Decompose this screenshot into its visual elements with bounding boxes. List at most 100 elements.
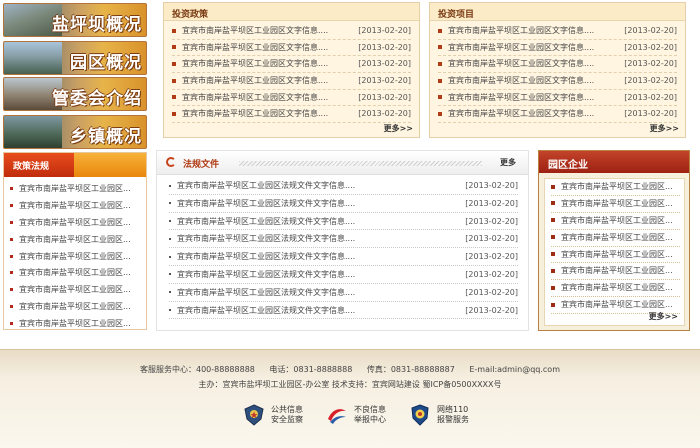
bullet-icon [10, 254, 13, 258]
bullet-icon [438, 95, 442, 100]
bullet-icon [10, 288, 13, 292]
list-item[interactable]: 宜宾市南岸盐平坝区工业园区文字信息.... [2013-02-20] [438, 40, 677, 57]
bullet-icon [10, 305, 13, 309]
panel-title: 园区企业 [548, 160, 588, 171]
park-photo [4, 42, 62, 74]
list-item[interactable]: 宜宾市南岸盐平坝区工业园区法规文件文字信息.... [2013-02-20] [169, 302, 518, 320]
more-link[interactable]: 更多>> [649, 311, 678, 322]
bullet-icon [551, 252, 555, 257]
panel-title: 法规文件 [183, 160, 220, 170]
list-item[interactable]: 宜宾市南岸盐平坝区工业园区... [10, 232, 146, 249]
township-photo [4, 116, 62, 148]
list-item[interactable]: 宜宾市南岸盐平坝区工业园区... [10, 215, 146, 232]
more-link[interactable]: 更多 [500, 157, 516, 168]
bullet-icon [169, 220, 171, 223]
investment-policy-panel: 投资政策 宜宾市南岸盐平坝区工业园区文字信息.... [2013-02-20] 宜… [163, 2, 420, 138]
badge-report-center[interactable]: 不良信息 举报中心 [325, 403, 386, 427]
panel-header: 投资政策 [164, 3, 419, 21]
bullet-icon [172, 111, 176, 116]
list-item[interactable]: 宜宾市南岸盐平坝区工业园区... [10, 282, 146, 299]
bullet-icon [169, 202, 171, 205]
police-shield-icon [244, 404, 264, 426]
list-item[interactable]: 宜宾市南岸盐平坝区工业园区文字信息.... [2013-02-20] [172, 106, 411, 124]
phone: 电话：0831-8888888 [269, 365, 353, 374]
bullet-icon [172, 45, 176, 50]
list-item[interactable]: 宜宾市南岸盐平坝区工业园区文字信息.... [2013-02-20] [438, 90, 677, 107]
list-item[interactable]: 宜宾市南岸盐平坝区工业园区法规文件文字信息.... [2013-02-20] [169, 195, 518, 213]
investment-policy-list: 宜宾市南岸盐平坝区工业园区文字信息.... [2013-02-20] 宜宾市南岸盐… [164, 21, 419, 124]
banner-title: 园区概况 [70, 53, 142, 73]
banner-title: 盐坪坝概况 [52, 15, 142, 35]
list-item[interactable]: 宜宾市南岸盐平坝区工业园区... [551, 280, 680, 298]
bullet-icon [438, 61, 442, 66]
list-item[interactable]: 宜宾市南岸盐平坝区工业园区文字信息.... [2013-02-20] [172, 90, 411, 107]
fax: 传真：0831-88888887 [366, 365, 455, 374]
nav-banner-park-overview[interactable]: 园区概况 [3, 41, 147, 75]
nav-banner-township-overview[interactable]: 乡镇概况 [3, 115, 147, 149]
list-item[interactable]: 宜宾市南岸盐平坝区工业园区法规文件文字信息.... [2013-02-20] [169, 248, 518, 266]
list-item[interactable]: 宜宾市南岸盐平坝区工业园区... [551, 263, 680, 281]
list-item[interactable]: 宜宾市南岸盐平坝区工业园区文字信息.... [2013-02-20] [438, 23, 677, 40]
bullet-icon [169, 255, 171, 258]
bullet-icon [10, 187, 13, 190]
bullet-icon [10, 322, 13, 326]
banner-title: 管委会介绍 [52, 89, 142, 109]
bullet-icon [551, 235, 555, 240]
report-swoosh-icon [328, 409, 346, 424]
list-item[interactable]: 宜宾市南岸盐平坝区工业园区法规文件文字信息.... [2013-02-20] [169, 177, 518, 195]
list-item[interactable]: 宜宾市南岸盐平坝区工业园区文字信息.... [2013-02-20] [438, 56, 677, 74]
list-item[interactable]: 宜宾市南岸盐平坝区工业园区... [551, 179, 680, 196]
park-enterprises-panel: 园区企业 宜宾市南岸盐平坝区工业园区... 宜宾市南岸盐平坝区工业园区... 宜… [538, 150, 690, 331]
list-item[interactable]: 宜宾市南岸盐平坝区工业园区... [10, 299, 146, 316]
list-item[interactable]: 宜宾市南岸盐平坝区工业园区... [551, 230, 680, 247]
bullet-icon [551, 184, 555, 189]
investment-projects-panel: 投资项目 宜宾市南岸盐平坝区工业园区文字信息.... [2013-02-20] 宜… [429, 2, 686, 138]
bullet-icon [10, 237, 13, 241]
badge-cyber-police-110[interactable]: 网络110 报警服务 [408, 403, 469, 427]
more-link[interactable]: 更多>> [650, 123, 679, 134]
bullet-icon [172, 78, 176, 83]
list-item[interactable]: 宜宾市南岸盐平坝区工业园区文字信息.... [2013-02-20] [172, 23, 411, 40]
bullet-icon [438, 111, 442, 116]
email[interactable]: E-mail:admin@qq.com [469, 365, 560, 374]
panel-header: 园区企业 [539, 151, 689, 173]
list-item[interactable]: 宜宾市南岸盐平坝区工业园区法规文件文字信息.... [2013-02-20] [169, 230, 518, 249]
list-item[interactable]: 宜宾市南岸盐平坝区工业园区文字信息.... [2013-02-20] [172, 56, 411, 74]
bullet-icon [10, 220, 13, 224]
bullet-icon [10, 203, 13, 207]
bullet-icon [169, 291, 171, 294]
badge-public-info-security[interactable]: 公共信息 安全监察 [242, 403, 303, 427]
trust-badges: 公共信息 安全监察 不良信息 举报中心 网络110 报警服务 [242, 403, 469, 427]
more-link[interactable]: 更多>> [384, 123, 413, 134]
list-item[interactable]: 宜宾市南岸盐平坝区工业园区文字信息.... [2013-02-20] [438, 106, 677, 124]
nav-banner-yanpingba-overview[interactable]: 盐坪坝概况 [3, 3, 147, 37]
cyber-police-icon [411, 404, 429, 426]
enterprise-list: 宜宾市南岸盐平坝区工业园区... 宜宾市南岸盐平坝区工业园区... 宜宾市南岸盐… [545, 179, 684, 315]
nav-banner-committee-intro[interactable]: 管委会介绍 [3, 77, 147, 111]
list-item[interactable]: 宜宾市南岸盐平坝区工业园区... [551, 213, 680, 230]
bullet-icon [551, 285, 555, 290]
investment-projects-list: 宜宾市南岸盐平坝区工业园区文字信息.... [2013-02-20] 宜宾市南岸盐… [430, 21, 685, 124]
decorative-stripe [239, 161, 482, 166]
list-item[interactable]: 宜宾市南岸盐平坝区工业园区... [10, 181, 146, 198]
list-item[interactable]: 宜宾市南岸盐平坝区工业园区... [10, 265, 146, 282]
list-item[interactable]: 宜宾市南岸盐平坝区工业园区... [551, 196, 680, 213]
refresh-icon [166, 157, 176, 167]
bullet-icon [172, 28, 176, 33]
panel-title: 投资项目 [438, 10, 475, 20]
bullet-icon [10, 271, 13, 275]
bullet-icon [169, 273, 171, 276]
list-item[interactable]: 宜宾市南岸盐平坝区工业园区法规文件文字信息.... [2013-02-20] [169, 284, 518, 302]
list-item[interactable]: 宜宾市南岸盐平坝区工业园区... [10, 249, 146, 266]
list-item[interactable]: 宜宾市南岸盐平坝区工业园区... [10, 316, 146, 333]
bullet-icon [551, 268, 555, 273]
list-item[interactable]: 宜宾市南岸盐平坝区工业园区法规文件文字信息.... [2013-02-20] [169, 213, 518, 231]
list-item[interactable]: 宜宾市南岸盐平坝区工业园区文字信息.... [2013-02-20] [438, 73, 677, 90]
bullet-icon [551, 218, 555, 223]
list-item[interactable]: 宜宾市南岸盐平坝区工业园区... [10, 198, 146, 215]
bullet-icon [172, 61, 176, 66]
list-item[interactable]: 宜宾市南岸盐平坝区工业园区... [551, 247, 680, 264]
list-item[interactable]: 宜宾市南岸盐平坝区工业园区文字信息.... [2013-02-20] [172, 40, 411, 57]
list-item[interactable]: 宜宾市南岸盐平坝区工业园区法规文件文字信息.... [2013-02-20] [169, 266, 518, 284]
list-item[interactable]: 宜宾市南岸盐平坝区工业园区文字信息.... [2013-02-20] [172, 73, 411, 90]
